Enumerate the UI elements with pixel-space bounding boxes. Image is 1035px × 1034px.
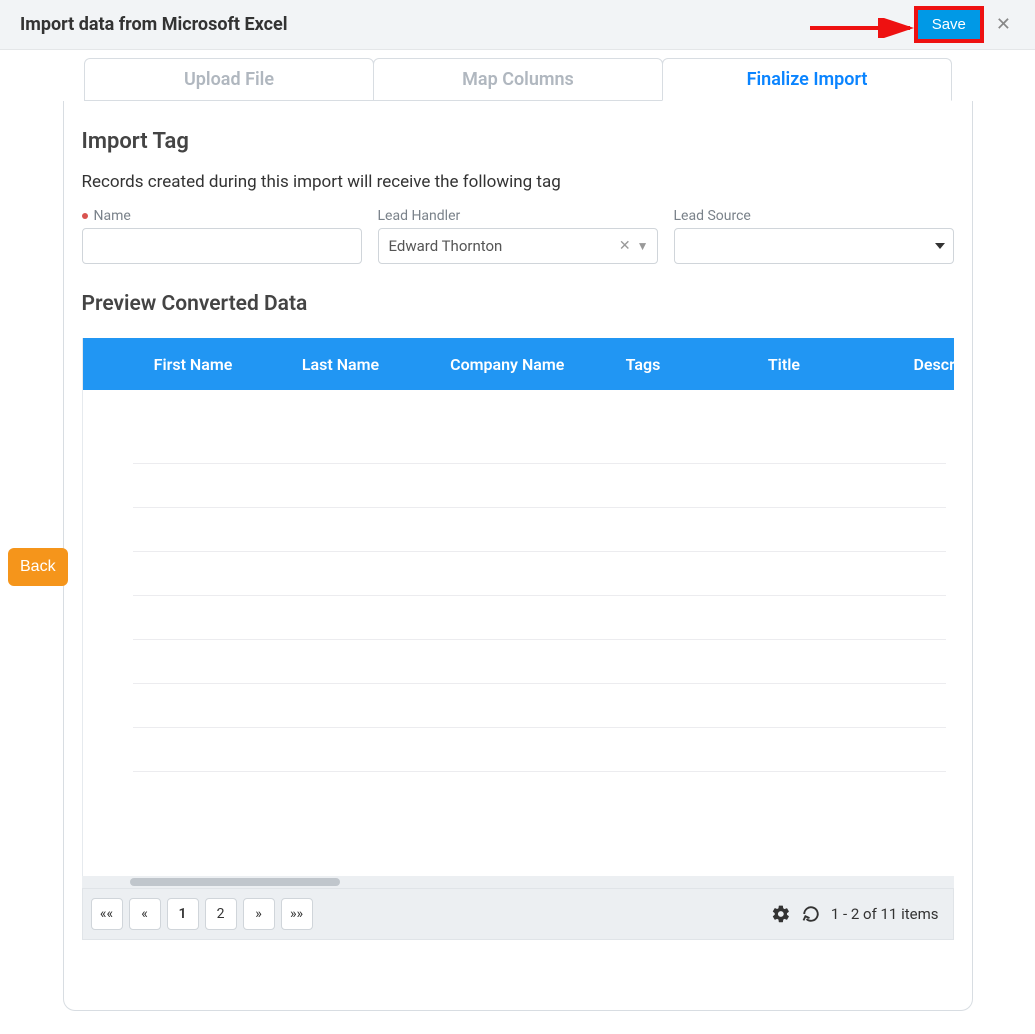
lead-source-select[interactable] bbox=[674, 228, 954, 264]
pager-bar: «« « 1 2 » »» 1 - 2 of 11 items bbox=[82, 888, 954, 940]
lead-handler-select[interactable]: Edward Thornton ✕ ▼ bbox=[378, 228, 658, 264]
lead-handler-field-group: Lead Handler Edward Thornton ✕ ▼ bbox=[378, 208, 658, 264]
table-row bbox=[133, 728, 946, 772]
chevron-down-icon bbox=[935, 243, 945, 249]
grid-body bbox=[83, 390, 954, 876]
preview-heading: Preview Converted Data bbox=[64, 292, 972, 338]
required-dot-icon bbox=[82, 213, 88, 219]
modal-title: Import data from Microsoft Excel bbox=[20, 14, 914, 35]
import-tag-form-row: Name Lead Handler Edward Thornton ✕ ▼ Le… bbox=[64, 208, 972, 292]
preview-grid: First Name Last Name Company Name Tags T… bbox=[82, 338, 954, 876]
table-row bbox=[133, 420, 946, 464]
import-tag-heading: Import Tag bbox=[64, 129, 972, 172]
gear-icon[interactable] bbox=[771, 904, 791, 924]
grid-header-tags[interactable]: Tags bbox=[612, 355, 715, 374]
name-label: Name bbox=[82, 208, 362, 224]
pager-first-button[interactable]: «« bbox=[91, 898, 123, 930]
scrollbar-thumb[interactable] bbox=[130, 878, 340, 886]
wizard-tabs: Upload File Map Columns Finalize Import bbox=[0, 58, 1035, 101]
name-field-group: Name bbox=[82, 208, 362, 264]
back-button[interactable]: Back bbox=[8, 548, 68, 586]
pager-info: 1 - 2 of 11 items bbox=[831, 905, 939, 923]
modal-header: Import data from Microsoft Excel Save ✕ bbox=[0, 0, 1035, 50]
table-row bbox=[133, 464, 946, 508]
grid-header-last-name[interactable]: Last Name bbox=[288, 355, 436, 374]
pager-prev-button[interactable]: « bbox=[129, 898, 161, 930]
clear-icon[interactable]: ✕ bbox=[619, 238, 631, 254]
chevron-down-icon: ▼ bbox=[637, 239, 649, 253]
grid-header-first-name[interactable]: First Name bbox=[140, 355, 288, 374]
table-row bbox=[133, 684, 946, 728]
table-row bbox=[133, 508, 946, 552]
close-icon[interactable]: ✕ bbox=[992, 14, 1015, 35]
pager-page-2-button[interactable]: 2 bbox=[205, 898, 237, 930]
save-button[interactable]: Save bbox=[918, 10, 980, 39]
pager-page-1-button[interactable]: 1 bbox=[167, 898, 199, 930]
grid-header-title[interactable]: Title bbox=[714, 355, 853, 374]
tab-finalize-import[interactable]: Finalize Import bbox=[662, 58, 952, 101]
table-row bbox=[133, 552, 946, 596]
import-tag-description: Records created during this import will … bbox=[64, 172, 972, 208]
tab-map-columns[interactable]: Map Columns bbox=[373, 58, 663, 101]
name-input[interactable] bbox=[82, 228, 362, 264]
pager-last-button[interactable]: »» bbox=[281, 898, 313, 930]
lead-handler-label: Lead Handler bbox=[378, 208, 658, 224]
table-row bbox=[133, 596, 946, 640]
lead-handler-value: Edward Thornton bbox=[389, 237, 619, 255]
finalize-panel: Import Tag Records created during this i… bbox=[63, 101, 973, 1011]
table-row bbox=[133, 640, 946, 684]
lead-source-label: Lead Source bbox=[674, 208, 954, 224]
pager-next-button[interactable]: » bbox=[243, 898, 275, 930]
grid-header-description[interactable]: Description bbox=[853, 355, 953, 374]
grid-header-row: First Name Last Name Company Name Tags T… bbox=[83, 338, 954, 390]
grid-header-company[interactable]: Company Name bbox=[436, 355, 612, 374]
save-button-highlight: Save bbox=[914, 6, 984, 43]
horizontal-scrollbar[interactable] bbox=[82, 876, 954, 888]
tab-upload-file[interactable]: Upload File bbox=[84, 58, 374, 101]
refresh-icon[interactable] bbox=[801, 904, 821, 924]
lead-source-field-group: Lead Source bbox=[674, 208, 954, 264]
